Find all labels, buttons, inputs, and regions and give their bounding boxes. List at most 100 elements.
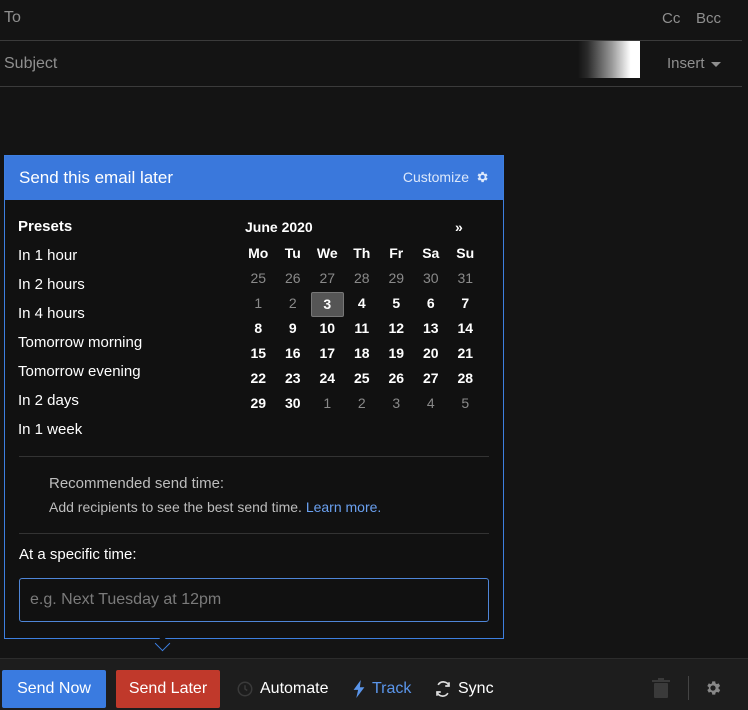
calendar-day[interactable]: 13 <box>415 317 448 340</box>
weekday-label: Su <box>456 245 475 261</box>
preset-item[interactable]: In 1 week <box>18 421 142 450</box>
gear-icon[interactable] <box>704 679 722 697</box>
chevron-down-icon <box>710 61 721 67</box>
send-later-popup: Send this email later Customize Presets … <box>4 155 504 652</box>
customize-button[interactable]: Customize <box>403 169 489 185</box>
preset-item[interactable]: In 4 hours <box>18 305 142 334</box>
weekday-label: We <box>316 245 338 261</box>
popup-header: Send this email later Customize <box>5 156 503 200</box>
trash-icon[interactable] <box>652 678 670 698</box>
automate-label: Automate <box>260 680 329 697</box>
calendar-day[interactable]: 7 <box>449 292 482 315</box>
calendar-day[interactable]: 1 <box>311 392 344 415</box>
learn-more-link[interactable]: Learn more. <box>306 499 381 515</box>
calendar-day[interactable]: 12 <box>380 317 413 340</box>
calendar-day[interactable]: 20 <box>415 342 448 365</box>
popup-pointer <box>154 635 171 652</box>
calendar-day[interactable]: 29 <box>380 267 413 290</box>
calendar-day[interactable]: 27 <box>311 267 344 290</box>
calendar-day[interactable]: 26 <box>277 267 310 290</box>
calendar-day[interactable]: 21 <box>449 342 482 365</box>
weekday-label: Fr <box>389 245 404 261</box>
calendar-day[interactable]: 1 <box>242 292 275 315</box>
to-label: To <box>4 9 21 26</box>
weekday-label: Tu <box>284 245 301 261</box>
calendar-day[interactable]: 22 <box>242 367 275 390</box>
calendar-day[interactable]: 30 <box>277 392 310 415</box>
clock-icon <box>237 681 253 697</box>
send-now-button[interactable]: Send Now <box>2 670 106 708</box>
track-label: Track <box>372 680 412 697</box>
calendar-day[interactable]: 15 <box>242 342 275 365</box>
calendar-day[interactable]: 31 <box>449 267 482 290</box>
preset-item[interactable]: In 1 hour <box>18 247 142 276</box>
recommended-text: Add recipients to see the best send time… <box>49 499 302 515</box>
calendar-day[interactable]: 26 <box>380 367 413 390</box>
calendar-day[interactable]: 11 <box>346 317 379 340</box>
subject-row[interactable]: Subject Insert <box>0 41 742 87</box>
calendar-day[interactable]: 30 <box>415 267 448 290</box>
calendar-day[interactable]: 24 <box>311 367 344 390</box>
subject-label: Subject <box>4 55 58 72</box>
popup-title: Send this email later <box>19 168 174 187</box>
calendar-day[interactable]: 10 <box>311 317 344 340</box>
calendar-day[interactable]: 25 <box>346 367 379 390</box>
calendar-day[interactable]: 28 <box>346 267 379 290</box>
recommended-description: Add recipients to see the best send time… <box>49 499 381 515</box>
preset-item[interactable]: Tomorrow evening <box>18 363 142 392</box>
specific-time-label: At a specific time: <box>19 546 137 563</box>
calendar-day[interactable]: 28 <box>449 367 482 390</box>
calendar-day[interactable]: 4 <box>415 392 448 415</box>
weekday-label: Th <box>353 245 371 261</box>
calendar-day[interactable]: 29 <box>242 392 275 415</box>
specific-time-input[interactable] <box>19 578 489 622</box>
cc-link[interactable]: Cc <box>662 10 680 27</box>
calendar-day[interactable]: 4 <box>346 292 379 315</box>
gear-icon <box>477 171 488 183</box>
sync-label: Sync <box>458 680 494 697</box>
calendar-day[interactable]: 2 <box>346 392 379 415</box>
calendar-day[interactable]: 3 <box>311 292 344 317</box>
weekday-label: Mo <box>248 245 269 261</box>
calendar-grid: Mo Tu We Th Fr Sa Su 25 26 27 28 29 30 31 1 2 3 4 5… <box>241 241 483 416</box>
calendar-day[interactable]: 16 <box>277 342 310 365</box>
calendar-day[interactable]: 6 <box>415 292 448 315</box>
compose-toolbar: Send Now Send Later Automate Track Sync <box>0 658 748 710</box>
weekday-label: Sa <box>422 245 440 261</box>
preset-item[interactable]: In 2 days <box>18 392 142 421</box>
calendar-day[interactable]: 5 <box>449 392 482 415</box>
preset-item[interactable]: Tomorrow morning <box>18 334 142 363</box>
calendar-day[interactable]: 23 <box>277 367 310 390</box>
presets-list: Presets In 1 hour In 2 hours In 4 hours … <box>18 218 142 450</box>
calendar-day[interactable]: 9 <box>277 317 310 340</box>
send-later-button[interactable]: Send Later <box>116 670 220 708</box>
presets-heading: Presets <box>18 218 73 235</box>
calendar-day[interactable]: 18 <box>346 342 379 365</box>
calendar-day[interactable]: 5 <box>380 292 413 315</box>
calendar-day[interactable]: 14 <box>449 317 482 340</box>
sync-button[interactable]: Sync <box>434 680 494 698</box>
calendar-day[interactable]: 2 <box>277 292 310 315</box>
calendar-day[interactable]: 19 <box>380 342 413 365</box>
to-row[interactable]: To Cc Bcc <box>0 0 742 41</box>
insert-label: Insert <box>667 55 705 72</box>
preset-item[interactable]: In 2 hours <box>18 276 142 305</box>
calendar-day[interactable]: 3 <box>380 392 413 415</box>
bcc-link[interactable]: Bcc <box>696 10 721 27</box>
insert-dropdown[interactable]: Insert <box>667 55 721 72</box>
divider <box>19 456 489 457</box>
calendar-day[interactable]: 27 <box>415 367 448 390</box>
customize-label: Customize <box>402 169 469 185</box>
divider <box>19 533 489 534</box>
toolbar-divider <box>688 676 689 700</box>
track-button[interactable]: Track <box>352 680 411 698</box>
sync-icon <box>436 681 450 697</box>
calendar-month: June 2020 <box>245 219 313 235</box>
calendar-day[interactable]: 25 <box>242 267 275 290</box>
next-month-button[interactable]: » <box>455 219 463 235</box>
calendar-day[interactable]: 8 <box>242 317 275 340</box>
redacted-avatar <box>578 41 640 78</box>
calendar-day[interactable]: 17 <box>311 342 344 365</box>
lightning-icon <box>353 680 365 698</box>
automate-button[interactable]: Automate <box>236 680 328 698</box>
